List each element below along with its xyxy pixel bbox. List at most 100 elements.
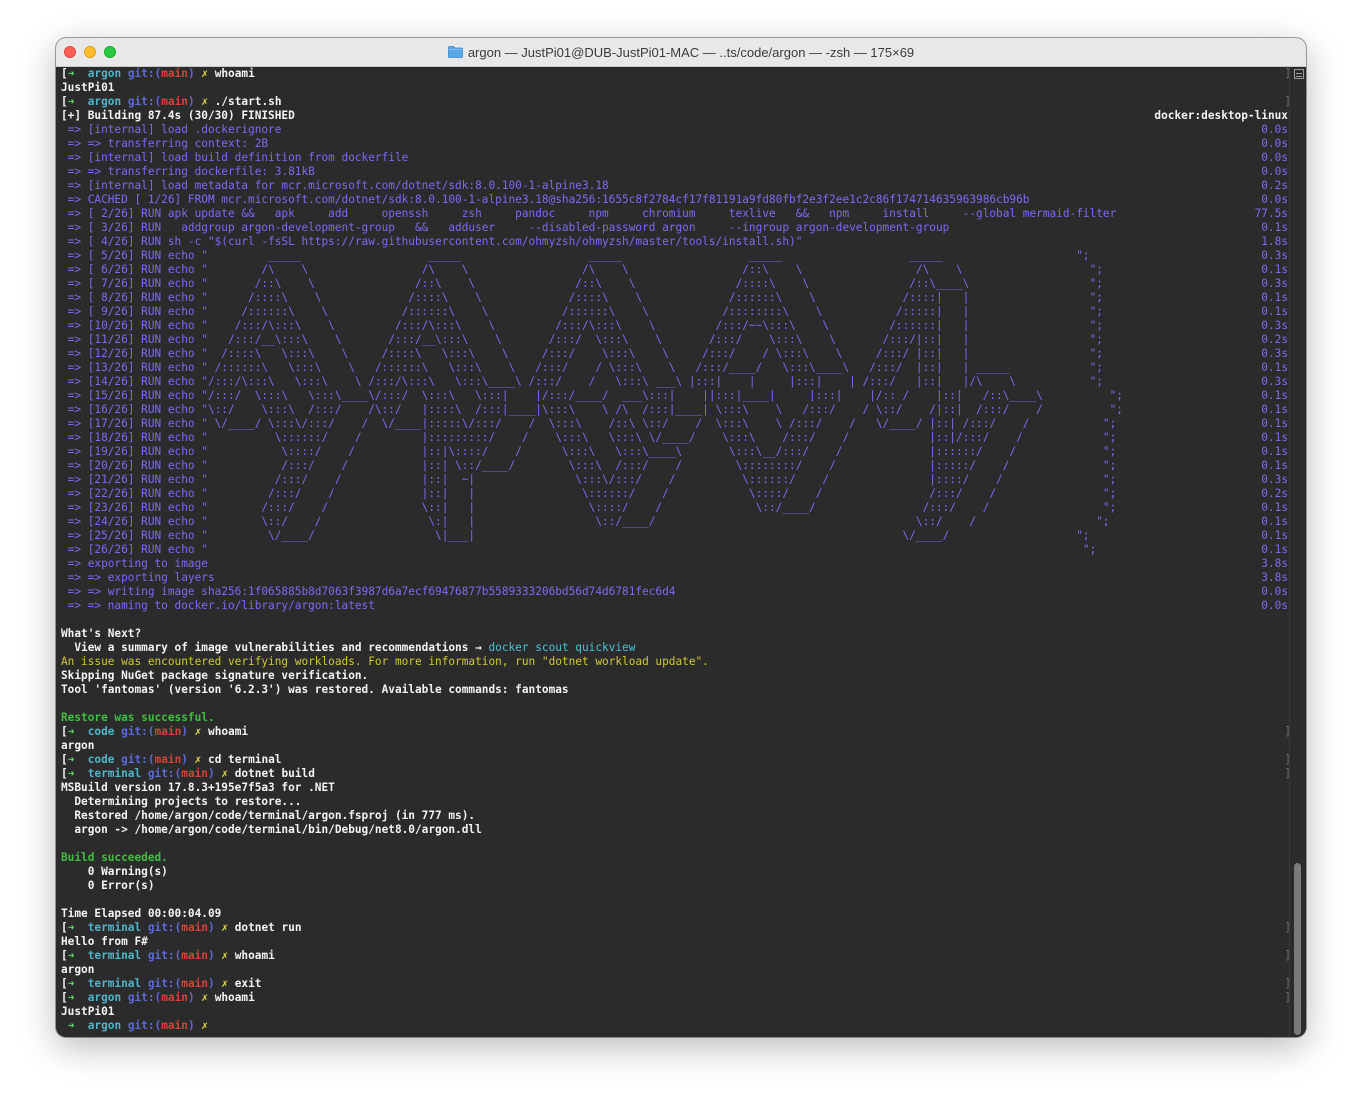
output-line: => [ 6/26] RUN echo " /\ \ /\ \ /\ \ /::… (61, 263, 1288, 277)
output-line: => [ 7/26] RUN echo " /::\ \ /::\ \ /::\… (61, 277, 1288, 291)
scrollbar-thumb[interactable] (1294, 863, 1301, 1035)
build-time: 0.0s (1261, 137, 1288, 150)
build-time: 0.1s (1261, 515, 1288, 528)
output-text: argon (61, 963, 95, 976)
output-line: => [15/26] RUN echo "/:::/ \:::\ \:::\__… (61, 389, 1288, 403)
git-label: git: (127, 991, 155, 1004)
output-text: 0 Error(s) (61, 879, 155, 892)
output-line: Time Elapsed 00:00:04.09 (61, 907, 1288, 921)
build-step: => [23/26] RUN echo " /:::/ / \::| | \::… (61, 501, 1117, 514)
prompt-directory: code (87, 753, 115, 766)
mark-bracket: [ (61, 949, 68, 962)
build-time: 0.2s (1261, 487, 1288, 500)
command-text: dotnet run (234, 921, 302, 934)
output-line: Skipping NuGet package signature verific… (61, 669, 1288, 683)
output-line: argon -> /home/argon/code/terminal/bin/D… (61, 823, 1288, 837)
zoom-button[interactable] (104, 46, 116, 58)
vertical-scrollbar[interactable] (1289, 67, 1306, 1037)
output-line: Tool 'fantomas' (version '6.2.3') was re… (61, 683, 1288, 697)
output-line: Restored /home/argon/code/terminal/argon… (61, 809, 1288, 823)
output-line: => exporting to image 3.8s (61, 557, 1288, 571)
paren: ) (187, 991, 195, 1004)
git-label: git: (121, 725, 148, 738)
build-time: 0.1s (1261, 221, 1288, 234)
split-pane-icon[interactable] (1294, 69, 1304, 79)
prompt-line: [➜ code git:(main) ✗ whoami] (61, 725, 1291, 739)
dirty-icon: ✗ (201, 991, 209, 1004)
git-branch: main (181, 767, 208, 780)
build-step: => [internal] load .dockerignore (61, 123, 282, 136)
command-text: whoami (208, 725, 249, 738)
build-step: => [21/26] RUN echo " /:::/ / |::| ~| \:… (61, 473, 1117, 486)
prompt-line: [➜ argon git:(main) ✗ whoami] (61, 991, 1291, 1005)
output-line: => [ 4/26] RUN sh -c "$(curl -fsSL https… (61, 235, 1288, 249)
build-step: => [13/26] RUN echo " /::::::\ \:::\ \ /… (61, 361, 1103, 374)
build-step: => [ 4/26] RUN sh -c "$(curl -fsSL https… (61, 235, 803, 248)
git-label: git: (127, 1019, 155, 1032)
build-time: 0.1s (1261, 445, 1288, 458)
paren: ( (147, 753, 155, 766)
git-branch: main (154, 753, 182, 766)
git-branch: main (161, 1019, 188, 1032)
paren: ) (207, 949, 215, 962)
git-branch: main (161, 67, 188, 80)
prompt-directory: argon (87, 95, 122, 108)
terminal-output[interactable]: [➜ argon git:(main) ✗ whoami] JustPi01 [➜ … (61, 67, 1291, 1037)
build-step: => => exporting layers (61, 571, 215, 584)
build-time: 0.1s (1261, 501, 1288, 514)
output-line: Restore was successful. (61, 711, 1288, 725)
output-line: => [25/26] RUN echo " \/____/ \|___| \/_… (61, 529, 1288, 543)
build-time: 0.3s (1261, 347, 1288, 360)
title-bar[interactable]: argon — JustPi01@DUB-JustPi01-MAC — ..ts… (56, 38, 1306, 67)
dirty-icon: ✗ (201, 1019, 209, 1032)
close-button[interactable] (64, 46, 76, 58)
build-time: 0.0s (1261, 585, 1288, 598)
build-step: => [14/26] RUN echo "/:::/\:::\ \:::\ \ … (61, 375, 1103, 388)
build-time: 0.0s (1261, 123, 1288, 136)
build-step: => => transferring dockerfile: 3.81kB (61, 165, 315, 178)
output-line: => [19/26] RUN echo " \::::/ / |::|\::::… (61, 445, 1288, 459)
build-step: => => naming to docker.io/library/argon:… (61, 599, 375, 612)
paren: ) (207, 767, 215, 780)
output-line: Determining projects to restore... (61, 795, 1288, 809)
output-line: => => exporting layers 3.8s (61, 571, 1288, 585)
build-time: 0.3s (1261, 249, 1288, 262)
output-line: Build succeeded. (61, 851, 1288, 865)
build-step: => [20/26] RUN echo " /:::/ / |::| \::/_… (61, 459, 1117, 472)
build-step: => [18/26] RUN echo " \::::::/ / |::::::… (61, 431, 1117, 444)
build-time: 0.0s (1261, 599, 1288, 612)
output-text: [+] Building 87.4s (30/30) FINISHED (61, 109, 295, 122)
output-line: View a summary of image vulnerabilities … (61, 641, 1288, 655)
terminal-window: argon — JustPi01@DUB-JustPi01-MAC — ..ts… (56, 38, 1306, 1037)
output-line: 0 Warning(s) (61, 865, 1288, 879)
output-text: Restored /home/argon/code/terminal/argon… (61, 809, 476, 822)
build-step: => [24/26] RUN echo " \::/ / \:| | \::/_… (61, 515, 1110, 528)
output-line: => [ 3/26] RUN addgroup argon-developmen… (61, 221, 1288, 235)
output-line: => [ 2/26] RUN apk update && apk add ope… (61, 207, 1288, 221)
output-line: => [11/26] RUN echo " /:::/__\:::\ \ /::… (61, 333, 1288, 347)
command-text: whoami (214, 991, 255, 1004)
window-controls (64, 46, 116, 58)
prompt-directory: argon (87, 991, 122, 1004)
output-text: Time Elapsed 00:00:04.09 (61, 907, 222, 920)
build-time: 0.1s (1261, 403, 1288, 416)
output-line: Hello from F# (61, 935, 1288, 949)
minimize-button[interactable] (84, 46, 96, 58)
paren: ) (181, 725, 188, 738)
build-step: => exporting to image (61, 557, 208, 570)
paren: ) (187, 67, 195, 80)
build-step: => => transferring context: 2B (61, 137, 269, 150)
output-line: => [20/26] RUN echo " /:::/ / |::| \::/_… (61, 459, 1288, 473)
